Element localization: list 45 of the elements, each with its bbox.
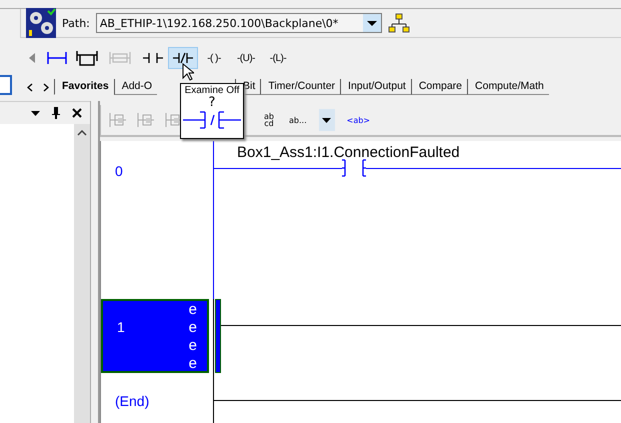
rung-icon (47, 51, 67, 65)
contact-icon (143, 52, 163, 64)
description-button[interactable]: ab... (287, 116, 309, 124)
scroll-up-icon[interactable] (77, 130, 87, 136)
cursor-icon (182, 63, 194, 81)
error-marker: e (188, 337, 197, 355)
contact-instruction[interactable] (342, 158, 366, 178)
coil-instruction-button[interactable]: -(U)- (230, 47, 262, 69)
dropdown-arrow-icon (322, 118, 332, 122)
chevron-left-icon (27, 82, 33, 92)
edit-rung-icon[interactable] (165, 112, 183, 128)
palette-tab[interactable]: Compare (410, 79, 468, 95)
palette-tab[interactable]: Timer/Counter (260, 79, 340, 95)
palette-tab[interactable]: Add-O (114, 79, 158, 95)
scrollbar[interactable] (74, 124, 90, 423)
text-stack-button[interactable]: ab cd (261, 113, 277, 127)
branch-icon (76, 50, 98, 66)
pin-icon[interactable] (52, 107, 60, 119)
panel-button[interactable] (0, 75, 12, 95)
palette-tab[interactable]: Compute/Math (467, 79, 549, 95)
chevron-right-icon (43, 82, 49, 92)
palette-tab[interactable]: Input/Output (340, 79, 411, 95)
path-dropdown[interactable]: AB_ETHIP-1\192.168.250.100\Backplane\0* (96, 13, 382, 33)
coil-instruction-button[interactable]: -(L)- (262, 47, 294, 69)
gear-icon[interactable] (26, 8, 56, 38)
error-marker: e (188, 301, 197, 319)
tooltip: Examine Off ? (180, 83, 244, 139)
xio-instruction-button[interactable] (168, 47, 198, 69)
network-icon[interactable] (388, 12, 410, 34)
path-label: Path: (62, 16, 90, 30)
end-label: (End) (115, 392, 150, 411)
dropdown-button[interactable] (318, 109, 335, 131)
palette-tab[interactable]: Favorites (54, 79, 114, 95)
tag-view-button[interactable]: <ab> (344, 116, 372, 124)
tag-name[interactable]: Box1_Ass1:I1.ConnectionFaulted (237, 144, 621, 161)
rung-number[interactable]: 1 e e e e (101, 299, 209, 373)
branch-level-icon (109, 51, 131, 65)
coil-instruction-button[interactable]: -( )- (198, 47, 230, 69)
error-marker: e (188, 319, 197, 337)
close-icon[interactable] (72, 108, 82, 118)
negated-contact-icon (173, 52, 193, 64)
error-marker: e (188, 355, 197, 373)
dropdown-arrow-icon[interactable] (31, 110, 40, 116)
left-arrow-icon (28, 52, 36, 64)
examine-off-icon (183, 110, 241, 130)
